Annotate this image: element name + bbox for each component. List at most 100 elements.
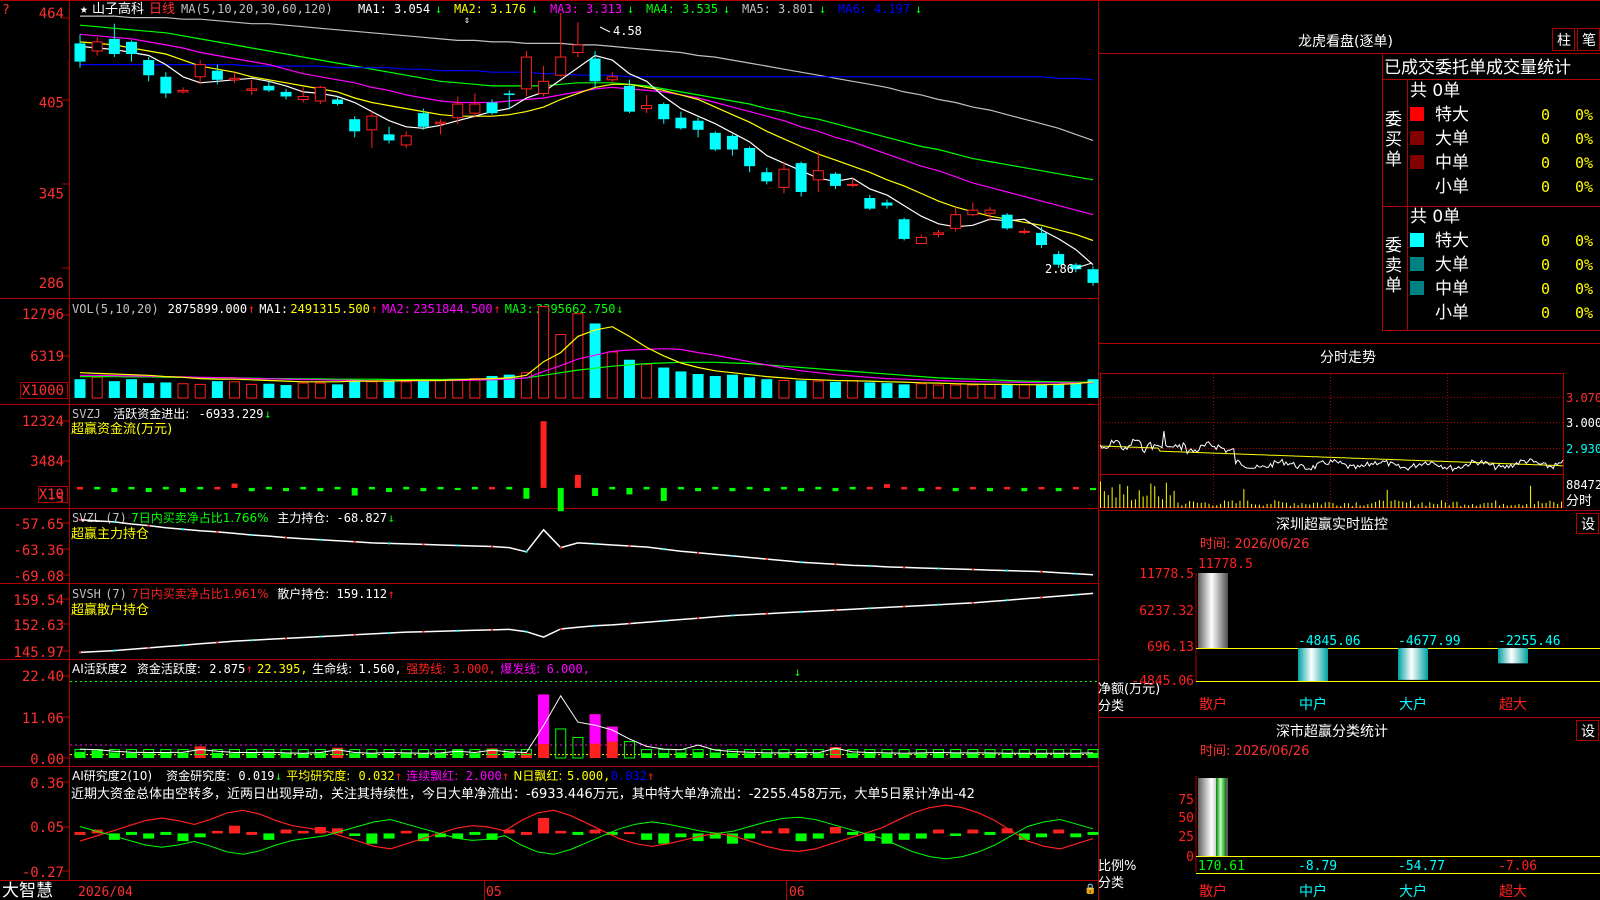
ai-research-bars — [74, 804, 1099, 860]
svzj-value: -6933.229 — [199, 407, 264, 421]
candle-body — [520, 56, 532, 90]
svzj-dash — [471, 486, 478, 490]
dragon-tiger-panel[interactable]: 龙虎看盘(逐单) 柱 笔 已成交委托单成交量统计 委买单委卖单共 0单特大 0 0%… — [1098, 28, 1600, 332]
ai-research-panel[interactable]: AI研究度2(10) 资金研究度: 0.019 ↓ 平均研究度: 0.032 ↑ 连续飘红: 2… — [71, 768, 1099, 860]
svzj-bar — [695, 487, 702, 492]
svzj-label: 活跃资金进出: — [113, 406, 189, 421]
candle-body — [417, 113, 429, 127]
panel-line-dot — [525, 550, 528, 553]
svzj-dash — [746, 486, 753, 490]
candle-body — [950, 214, 962, 229]
monitor-ytick: -4845.06 — [1131, 674, 1194, 689]
panel-line-dot — [697, 551, 700, 554]
axis-tick-label: 464 — [39, 6, 64, 22]
bottom-bar: 大智慧 2026/04 05 06 🔒 — [2, 881, 1096, 900]
candle-body — [435, 121, 447, 125]
candle-body — [349, 119, 361, 132]
intraday-ytick-low: 2.930 — [1566, 442, 1600, 456]
svzj-bar — [763, 487, 770, 492]
ma-legend-arrow: ↓ — [915, 2, 922, 16]
panel-line-dot — [216, 530, 219, 533]
ai-activity-panel[interactable]: AI活跃度2 资金活跃度: 2.875 ↑ 22.395, 生命线: 1.560, 强势线: 3… — [70, 661, 1099, 759]
svzj-bar — [1090, 487, 1096, 491]
candle-body — [400, 135, 412, 146]
classify-settings-label: 设 — [1581, 724, 1595, 740]
volume-bar — [400, 381, 412, 399]
res-dash — [74, 831, 86, 835]
act-bar — [932, 752, 944, 758]
res-avg-label: 平均研究度: — [286, 768, 350, 783]
lhb-total: 共 0单 — [1410, 81, 1460, 101]
price-panel[interactable]: ? ★ 山子高科 日线 MA(5,10,20,30,60,120) MA1: 3.… — [2, 1, 1099, 286]
ma-legend-label: MA5: — [742, 2, 771, 16]
svzj-dash — [77, 486, 83, 490]
lhb-row-label: 大单 — [1435, 255, 1469, 275]
svzl-panel[interactable]: SVZL (7) 7日内买卖净占比1.766% 主力持仓: -68.827 ↓超赢主力持仓 — [71, 510, 1094, 576]
res-tail-value: 0.032 — [611, 769, 647, 783]
svzj-bar — [248, 487, 255, 492]
tick-mode-label: 笔 — [1582, 33, 1596, 49]
classify-chart: 75 50 25 0 170.61 散户 -8.79 中户 -54.77 大户 -7.06 超大 — [1178, 776, 1600, 900]
panel-line-dot — [285, 637, 288, 640]
res-bar — [950, 833, 962, 836]
vol-ma-label: MA3: — [505, 302, 534, 316]
monitor-title: 深圳超赢实时监控 — [1276, 516, 1388, 533]
svzj-dash — [815, 486, 822, 490]
svzj-bar — [883, 484, 890, 488]
res-bar — [1053, 829, 1065, 834]
act-bar — [263, 752, 275, 758]
volume-bar — [881, 383, 893, 398]
lhb-swatch — [1410, 131, 1424, 145]
period-label[interactable]: 日线 — [149, 2, 175, 17]
ma-legend-value: 3.313 — [586, 2, 622, 16]
candle-body — [74, 43, 86, 62]
panel-line-dot — [834, 609, 837, 612]
svzj-bar — [729, 487, 736, 492]
classify-time: 时间: 2026/06/26 — [1200, 744, 1309, 759]
high-pointer — [599, 26, 611, 33]
ma-legend-value: 3.176 — [490, 2, 526, 16]
volume-bar — [538, 306, 550, 399]
panel-line-dot — [662, 548, 665, 551]
act-bar — [555, 728, 567, 759]
classify-category: 大户 — [1399, 883, 1427, 900]
svzj-dash — [94, 486, 101, 490]
lock-icon[interactable]: 🔒 — [1084, 883, 1096, 895]
volume-bar — [417, 380, 429, 398]
axis-tick-label: 12796 — [22, 307, 64, 323]
candle-body — [1018, 230, 1030, 233]
intraday-panel[interactable]: 分时走势 3.070 3.000 2.930 88472 分时 — [1099, 350, 1600, 509]
monitor-ytick: 696.13 — [1147, 640, 1194, 655]
panel-line-dot — [388, 542, 391, 545]
svsh-panel[interactable]: SVSH (7) 7日内买卖净占比1.961% 散户持仓: 159.112 ↑ 超赢散户持仓 — [71, 586, 1094, 654]
monitor-time: 时间: 2026/06/26 — [1200, 537, 1309, 552]
lhb-total: 共 0单 — [1410, 207, 1460, 227]
panel-line-dot — [147, 646, 150, 649]
res-red-value: 2.000 — [466, 769, 502, 783]
monitor-bar — [1498, 648, 1528, 664]
axis-tick-label: 11.06 — [22, 711, 64, 727]
candle-body — [211, 70, 223, 80]
candle-body — [932, 232, 944, 235]
res-bar — [555, 830, 567, 834]
candle-body — [486, 102, 498, 114]
svsh-legend: SVSH (7) 7日内买卖净占比1.961% 散户持仓: 159.112 ↑ 超赢散户持仓 — [71, 586, 395, 618]
svzj-panel[interactable]: SVZJ 活跃资金进出: -6933.229 ↓ 超赢资金流(万元) — [71, 406, 1096, 512]
res-dash — [246, 831, 258, 835]
frame — [0, 0, 1600, 900]
lhb-row-count: 0 — [1541, 232, 1550, 250]
svzj-dash — [780, 486, 787, 490]
volume-panel[interactable]: VOL(5,10,20) 2875899.000 ↑ MA1: 2491315.500 ↑… — [72, 302, 1099, 399]
svzj-bar — [420, 487, 427, 492]
ma-legend-value: 3.054 — [394, 2, 430, 16]
lhb-row-pct: 0% — [1575, 280, 1593, 298]
res-bar — [143, 833, 155, 839]
act-life-label: 生命线: — [312, 661, 352, 676]
monitor-x-label: 分类 — [1098, 699, 1124, 714]
res-avg-arrow: ↑ — [395, 769, 402, 783]
classify-ytick: 25 — [1178, 830, 1194, 845]
classification-panel[interactable]: 深市超赢分类统计 设 时间: 2026/06/26 比例% 分类 75 50 25 0… — [1098, 720, 1600, 900]
panel-line-dot — [353, 540, 356, 543]
svzl-legend: SVZL (7) 7日内买卖净占比1.766% 主力持仓: -68.827 ↓超赢主力持仓 — [71, 510, 395, 542]
realtime-monitor-panel[interactable]: 深圳超赢实时监控 设 时间: 2026/06/26 净额(万元) 分类 1177… — [1098, 513, 1600, 715]
